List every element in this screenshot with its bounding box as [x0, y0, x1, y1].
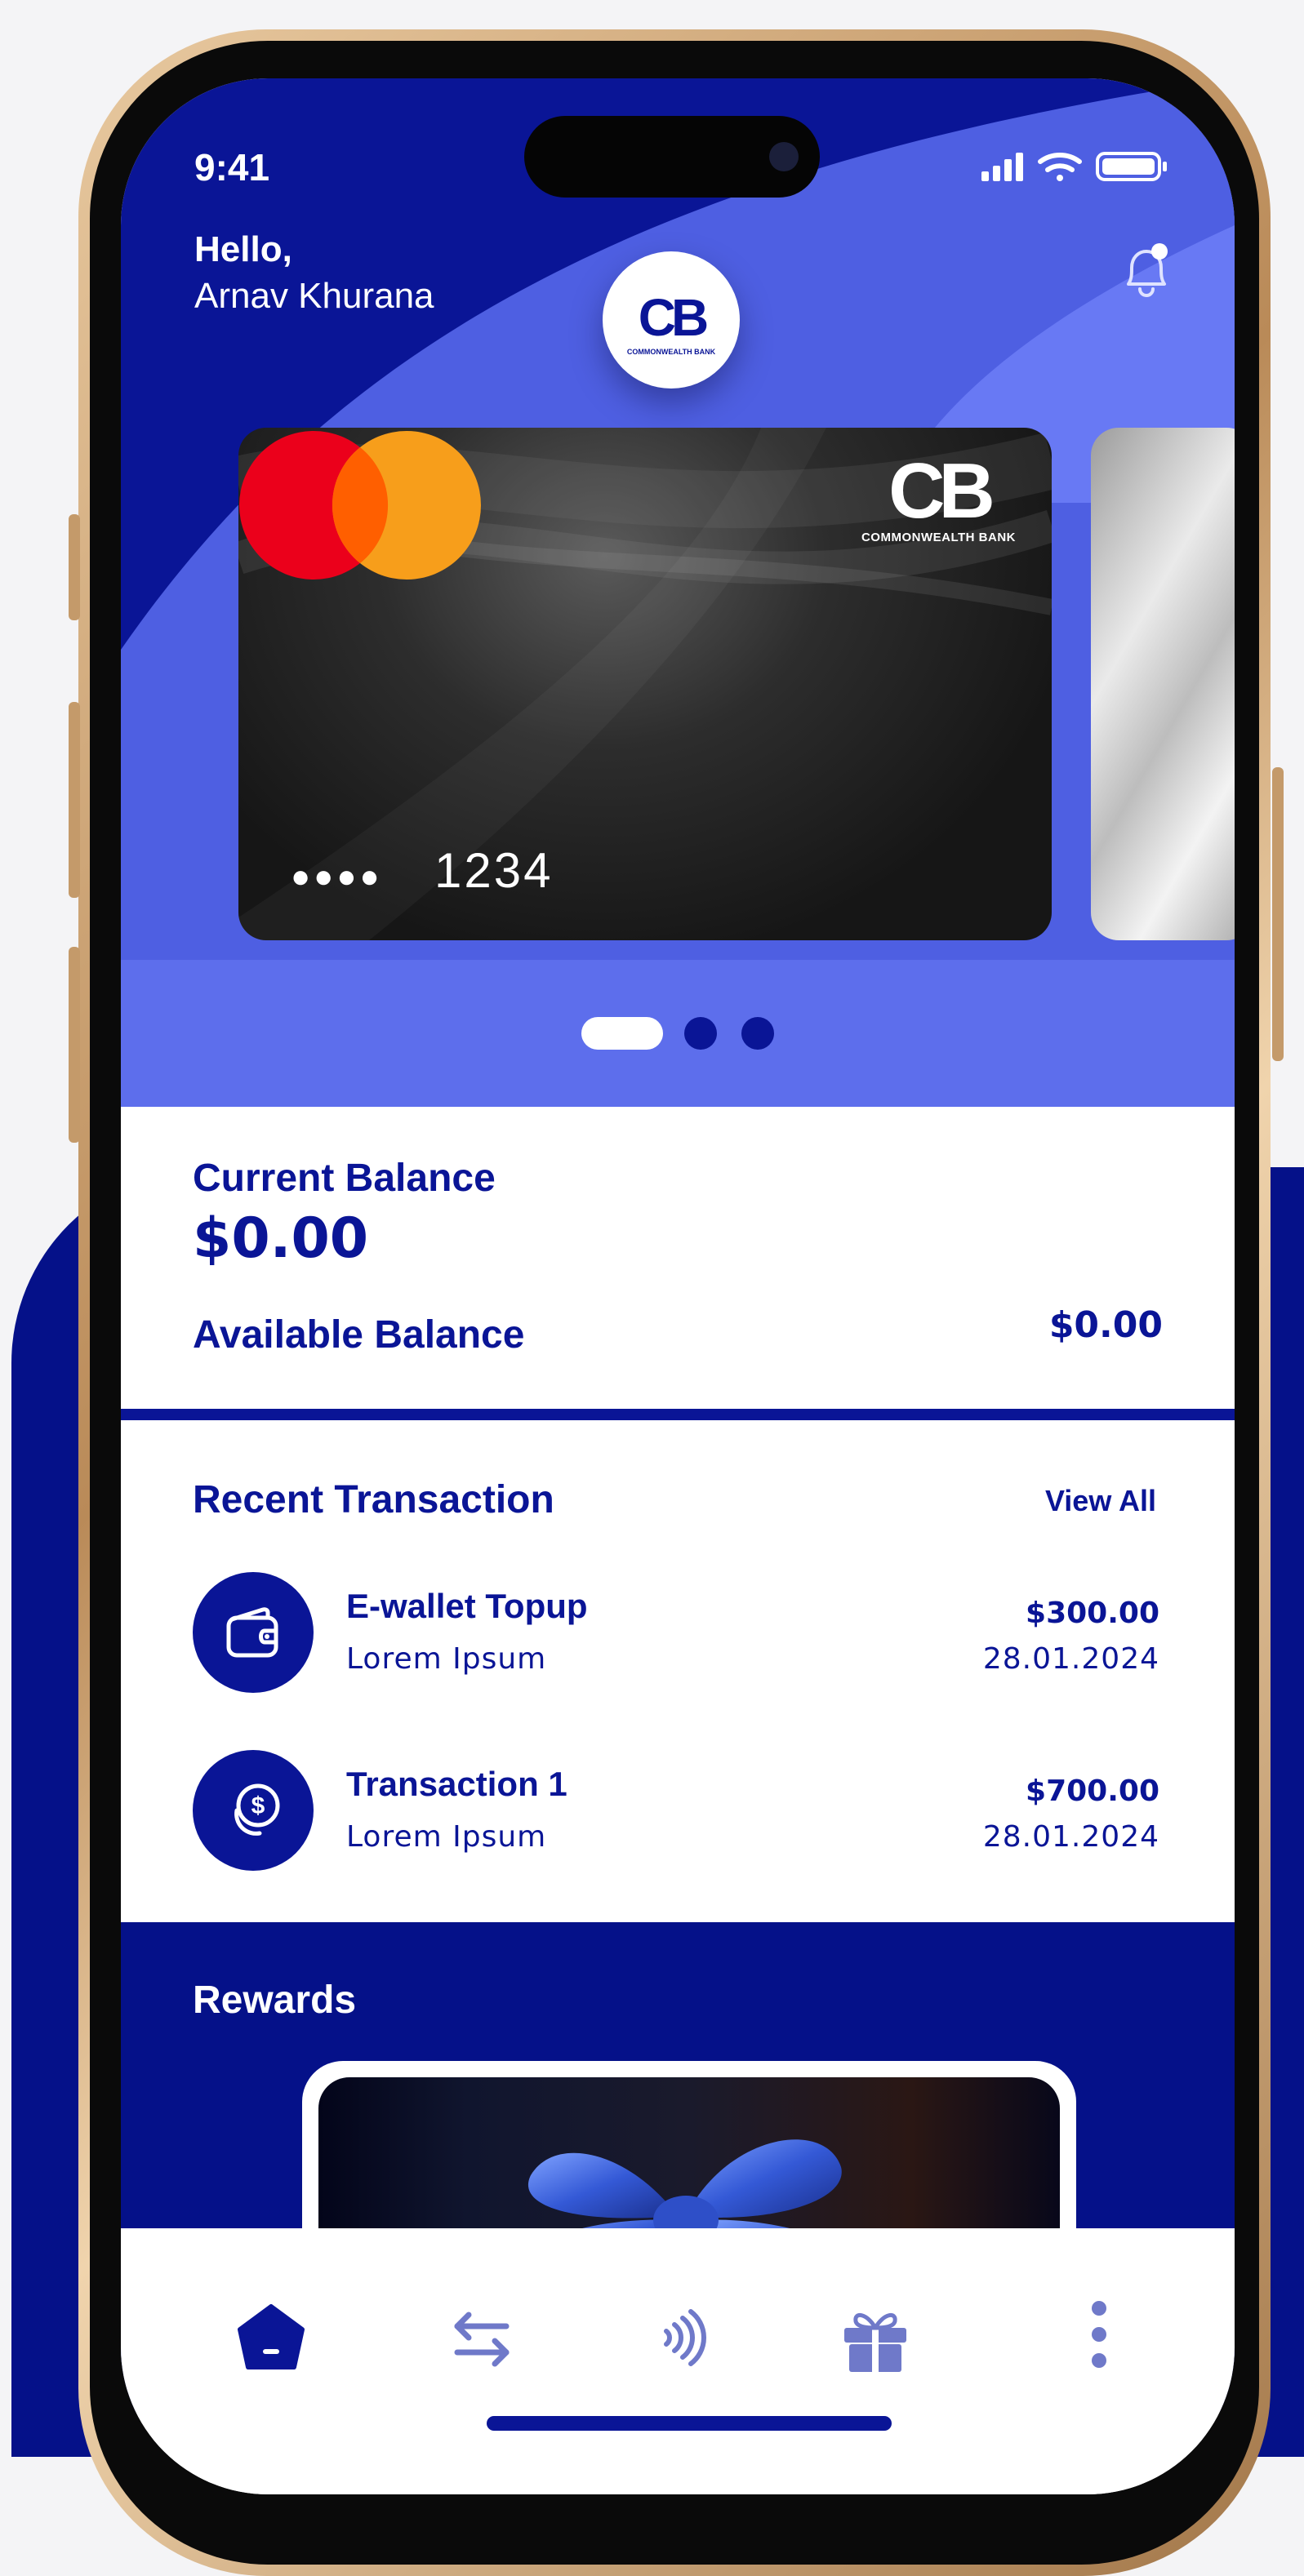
bank-logo-monogram: CB — [638, 288, 709, 347]
card-bank-name: COMMONWEALTH BANK — [861, 531, 1016, 544]
phone-action-button — [69, 514, 80, 620]
wallet-icon — [226, 1607, 278, 1658]
wifi-icon — [1038, 153, 1082, 181]
card-bank-monogram: CB — [888, 447, 995, 535]
nav-home[interactable] — [230, 2297, 312, 2378]
more-icon — [1092, 2301, 1106, 2368]
notification-button[interactable] — [1120, 242, 1173, 306]
bank-logo[interactable]: CB COMMONWEALTH BANK — [603, 251, 740, 389]
camera-dot — [769, 142, 799, 171]
transaction-icon-badge: $ — [193, 1750, 314, 1871]
transaction-amount: $700.00 — [1026, 1774, 1159, 1808]
transaction-name: Transaction 1 — [346, 1765, 567, 1803]
current-balance-value: $0.00 — [193, 1206, 369, 1271]
dynamic-island — [524, 116, 820, 198]
home-icon — [238, 2304, 305, 2369]
phone-power-button — [1272, 767, 1284, 1061]
transaction-amount: $300.00 — [1026, 1597, 1159, 1630]
bank-logo-name: COMMONWEALTH BANK — [626, 348, 716, 356]
recent-transactions-title: Recent Transaction — [193, 1478, 554, 1521]
bell-icon — [1127, 243, 1168, 297]
carousel-indicator-active[interactable] — [581, 1017, 663, 1050]
status-time: 9:41 — [194, 146, 270, 189]
transaction-date: 28.01.2024 — [982, 1642, 1159, 1676]
nav-contactless-pay[interactable] — [637, 2297, 719, 2378]
contactless-icon — [664, 2309, 706, 2366]
transaction-description: Lorem Ipsum — [346, 1642, 547, 1676]
carousel-indicator[interactable] — [684, 1017, 717, 1050]
battery-icon — [1096, 152, 1167, 181]
recent-transactions-section: Recent Transaction View All E-wallet Top… — [121, 1420, 1235, 1922]
user-name: Arnav Khurana — [194, 276, 434, 316]
carousel-indicator[interactable] — [741, 1017, 774, 1050]
transaction-row[interactable]: E-wallet Topup Lorem Ipsum $300.00 28.01… — [121, 1572, 1235, 1703]
transfer-icon — [454, 2312, 510, 2367]
svg-text:$: $ — [251, 1792, 265, 1819]
available-balance-label: Available Balance — [193, 1313, 525, 1357]
view-all-link[interactable]: View All — [1045, 1484, 1156, 1518]
transaction-description: Lorem Ipsum — [346, 1820, 547, 1854]
app-screen: 9:41 Hello, Arnav Khurana CB COMMONWEALT… — [121, 78, 1235, 2494]
mastercard-logo — [239, 431, 481, 580]
dollar-coins-icon: $ — [234, 1783, 280, 1836]
transaction-row[interactable]: $ Transaction 1 Lorem Ipsum $700.00 28.0… — [121, 1750, 1235, 1881]
card-masked-digits: ●●●● — [291, 859, 383, 895]
greeting-text: Hello, — [194, 229, 292, 269]
rewards-title: Rewards — [193, 1979, 357, 2022]
section-divider — [121, 1409, 1235, 1420]
notification-badge — [1151, 243, 1168, 260]
transaction-name: E-wallet Topup — [346, 1587, 588, 1625]
card-bank-logo: CB COMMONWEALTH BANK — [861, 447, 1016, 545]
signal-icon — [981, 153, 1023, 181]
bank-card[interactable]: CB COMMONWEALTH BANK ●●●● 1234 — [238, 428, 1052, 940]
nav-rewards[interactable] — [834, 2297, 916, 2378]
status-icons — [981, 150, 1169, 187]
transaction-icon-badge — [193, 1572, 314, 1693]
nav-more[interactable] — [1058, 2297, 1140, 2378]
balance-section: Current Balance $0.00 Available Balance … — [121, 1107, 1235, 1409]
phone-volume-up — [69, 702, 80, 898]
card-last-four: 1234 — [434, 843, 554, 898]
gift-icon — [844, 2313, 906, 2372]
hero-section: 9:41 Hello, Arnav Khurana CB COMMONWEALT… — [121, 78, 1235, 1107]
current-balance-label: Current Balance — [193, 1157, 496, 1200]
phone-volume-down — [69, 947, 80, 1143]
available-balance-value: $0.00 — [1048, 1304, 1163, 1346]
transaction-date: 28.01.2024 — [982, 1820, 1159, 1854]
nav-transfer[interactable] — [441, 2297, 523, 2378]
home-indicator[interactable] — [487, 2416, 892, 2431]
bank-card-next[interactable] — [1091, 428, 1235, 940]
bottom-navigation — [121, 2228, 1235, 2494]
